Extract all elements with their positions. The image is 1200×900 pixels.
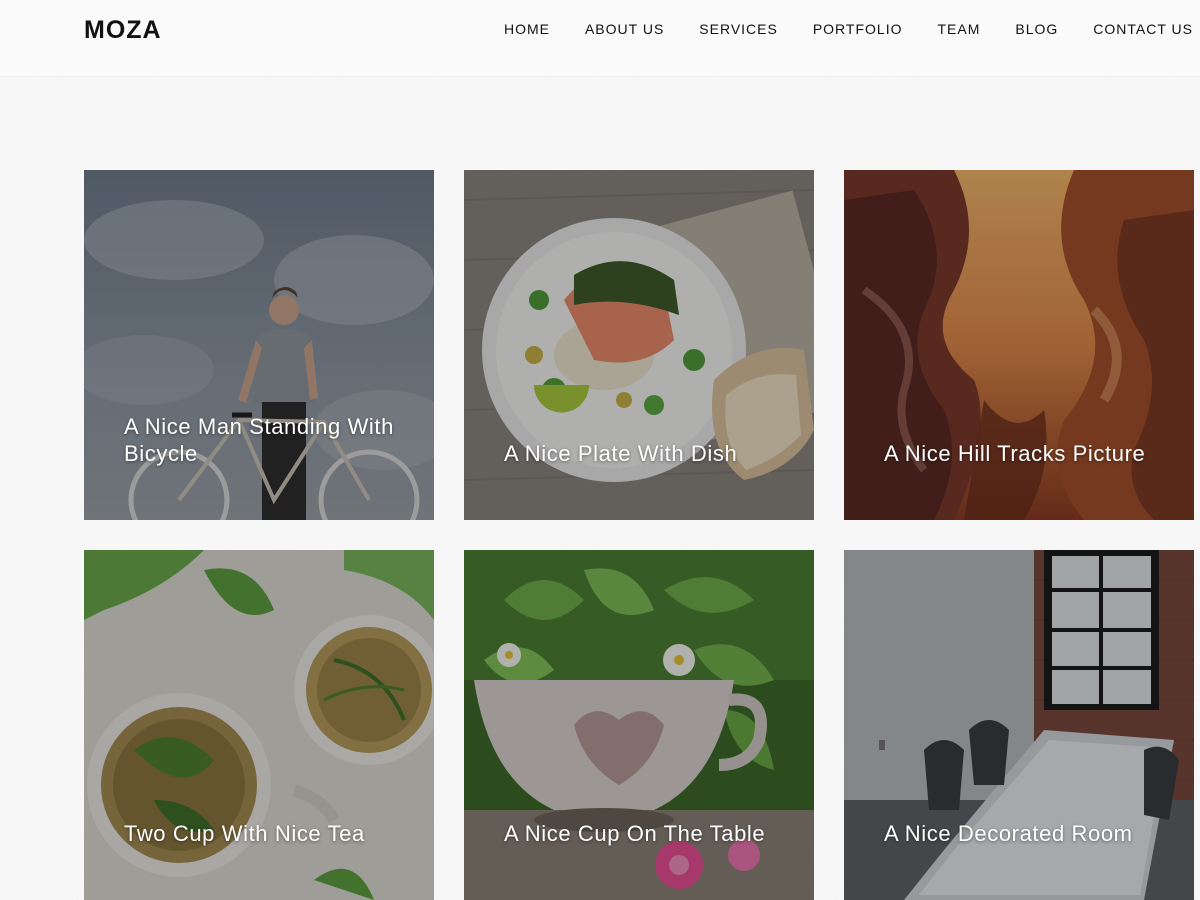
gallery-card-caption: A Nice Hill Tracks Picture bbox=[884, 441, 1146, 466]
site-logo[interactable]: MOZA bbox=[84, 15, 162, 45]
portfolio-gallery: A Nice Man Standing With Bicycle A Nice … bbox=[84, 170, 1200, 900]
gallery-card-caption: A Nice Decorated Room bbox=[884, 821, 1133, 846]
card-overlay bbox=[464, 170, 814, 520]
gallery-card-plate-dish[interactable]: A Nice Plate With Dish bbox=[464, 170, 814, 520]
card-overlay bbox=[844, 170, 1194, 520]
nav-item-about-us[interactable]: ABOUT US bbox=[585, 20, 664, 38]
main-nav: HOME ABOUT US SERVICES PORTFOLIO TEAM BL… bbox=[504, 20, 1193, 38]
card-overlay bbox=[464, 550, 814, 900]
gallery-card-caption: A Nice Cup On The Table bbox=[504, 821, 766, 846]
gallery-card-cup-table[interactable]: A Nice Cup On The Table bbox=[464, 550, 814, 900]
nav-item-portfolio[interactable]: PORTFOLIO bbox=[813, 20, 903, 38]
card-overlay bbox=[84, 550, 434, 900]
gallery-card-caption: A Nice Plate With Dish bbox=[504, 441, 738, 466]
gallery-card-hill-tracks[interactable]: A Nice Hill Tracks Picture bbox=[844, 170, 1194, 520]
nav-item-services[interactable]: SERVICES bbox=[699, 20, 778, 38]
card-overlay bbox=[844, 550, 1194, 900]
nav-item-team[interactable]: TEAM bbox=[937, 20, 980, 38]
site-header: MOZA HOME ABOUT US SERVICES PORTFOLIO TE… bbox=[0, 0, 1200, 77]
gallery-card-decorated-room[interactable]: A Nice Decorated Room bbox=[844, 550, 1194, 900]
gallery-card-man-bicycle[interactable]: A Nice Man Standing With Bicycle bbox=[84, 170, 434, 520]
nav-item-home[interactable]: HOME bbox=[504, 20, 550, 38]
gallery-card-tea-cups[interactable]: Two Cup With Nice Tea bbox=[84, 550, 434, 900]
card-overlay bbox=[84, 170, 434, 520]
page: MOZA HOME ABOUT US SERVICES PORTFOLIO TE… bbox=[0, 0, 1200, 900]
nav-item-contact-us[interactable]: CONTACT US bbox=[1093, 20, 1193, 38]
gallery-card-caption: A Nice Man Standing With Bicycle bbox=[124, 414, 394, 466]
gallery-card-caption: Two Cup With Nice Tea bbox=[124, 821, 365, 846]
nav-item-blog[interactable]: BLOG bbox=[1015, 20, 1058, 38]
